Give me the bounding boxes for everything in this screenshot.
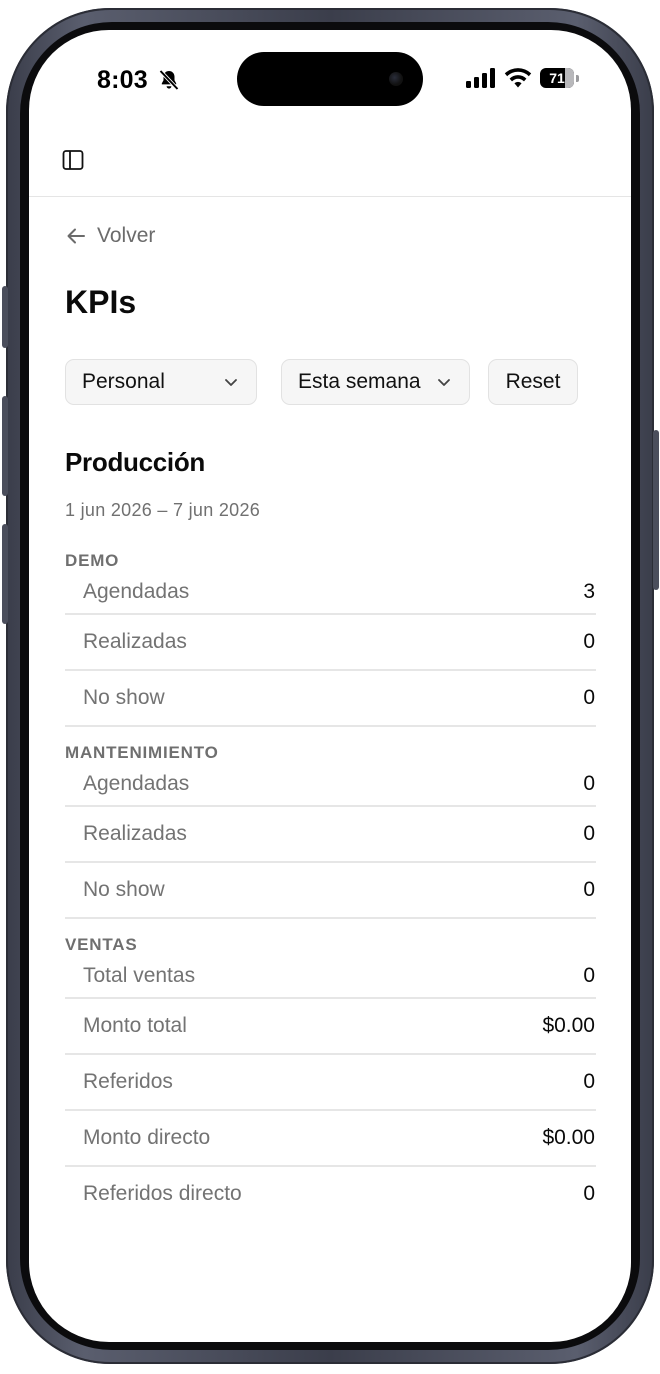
side-button-action [2, 286, 8, 348]
kpi-value: 0 [583, 1070, 595, 1093]
arrow-left-icon [67, 228, 85, 244]
reset-button[interactable]: Reset [488, 359, 578, 405]
app-header [29, 126, 631, 197]
kpi-row: Agendadas 0 [65, 763, 596, 807]
kpi-list-ventas: Total ventas 0 Monto total $0.00 Referid… [65, 955, 596, 1221]
kpi-row: Referidos directo 0 [65, 1167, 596, 1221]
status-time: 8:03 [97, 66, 148, 94]
kpi-value: 0 [583, 1182, 595, 1205]
kpi-row: Agendadas 3 [65, 571, 596, 615]
date-range: 1 jun 2026 – 7 jun 2026 [65, 500, 261, 520]
status-icons: 71 [466, 68, 579, 88]
bell-slash-icon [159, 69, 179, 91]
group-label-ventas: VENTAS [65, 935, 138, 954]
battery-nub [576, 74, 579, 82]
kpi-value: 0 [583, 822, 595, 845]
chevron-down-icon [438, 379, 450, 386]
kpi-row: Total ventas 0 [65, 955, 596, 999]
kpi-row: No show 0 [65, 671, 596, 727]
kpi-name: Agendadas [83, 580, 190, 603]
kpi-row: Monto total $0.00 [65, 999, 596, 1055]
front-camera [389, 72, 403, 86]
kpi-name: Realizadas [83, 630, 187, 653]
kpi-value: 0 [583, 772, 595, 795]
app-screen: 8:03 71 Volver KPIs Personal Esta semana… [29, 30, 631, 1342]
kpi-list-mantenimiento: Agendadas 0 Realizadas 0 No show 0 [65, 763, 596, 919]
page-title: KPIs [65, 284, 137, 320]
battery-level: 71 [549, 70, 565, 86]
scope-select[interactable]: Personal [65, 359, 257, 405]
period-select-value: Esta semana [298, 370, 421, 393]
side-button-volume-up [2, 396, 8, 496]
kpi-name: Realizadas [83, 822, 187, 845]
filters-bar: Personal Esta semana Reset [65, 359, 596, 405]
kpi-name: Referidos [83, 1070, 173, 1093]
sidebar-toggle-icon[interactable] [61, 148, 85, 172]
kpi-value: 0 [583, 686, 595, 709]
kpi-name: Agendadas [83, 772, 190, 795]
kpi-value: $0.00 [542, 1126, 595, 1149]
kpi-value: 3 [583, 580, 595, 603]
side-button-volume-down [2, 524, 8, 624]
main-content: Volver KPIs Personal Esta semana Reset P… [65, 198, 596, 1221]
group-label-demo: DEMO [65, 551, 120, 570]
kpi-row: Realizadas 0 [65, 807, 596, 863]
period-select[interactable]: Esta semana [281, 359, 470, 405]
kpi-row: Realizadas 0 [65, 615, 596, 671]
chevron-down-icon [225, 379, 237, 386]
kpi-name: No show [83, 686, 165, 709]
kpi-value: 0 [583, 964, 595, 987]
wifi-icon [504, 68, 532, 88]
kpi-row: No show 0 [65, 863, 596, 919]
kpi-name: Monto directo [83, 1126, 211, 1149]
kpi-name: Total ventas [83, 964, 196, 987]
kpi-row: Referidos 0 [65, 1055, 596, 1111]
kpi-value: 0 [583, 630, 595, 653]
kpi-value: $0.00 [542, 1014, 595, 1037]
side-button-power [653, 430, 659, 590]
section-title: Producción [65, 447, 206, 477]
kpi-name: Referidos directo [83, 1182, 242, 1205]
kpi-list-demo: Agendadas 3 Realizadas 0 No show 0 [65, 571, 596, 727]
cellular-signal-icon [466, 68, 495, 88]
group-label-mantenimiento: MANTENIMIENTO [65, 743, 219, 762]
kpi-row: Monto directo $0.00 [65, 1111, 596, 1167]
battery-icon: 71 [540, 68, 574, 88]
dynamic-island [237, 52, 423, 106]
scope-select-value: Personal [82, 370, 165, 393]
back-link[interactable]: Volver [65, 224, 155, 248]
kpi-name: Monto total [83, 1014, 187, 1037]
back-label: Volver [97, 224, 156, 247]
kpi-name: No show [83, 878, 165, 901]
kpi-value: 0 [583, 878, 595, 901]
